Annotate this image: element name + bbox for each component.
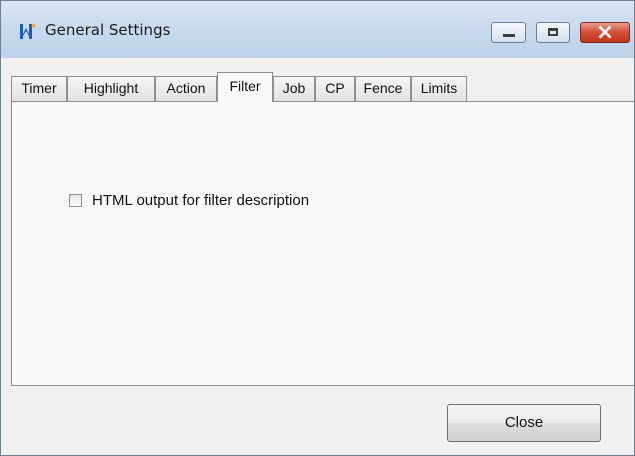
title-bar[interactable]: General Settings bbox=[1, 1, 634, 58]
html-output-label[interactable]: HTML output for filter description bbox=[92, 192, 309, 209]
dialog-client-area: Timer Highlight Action Filter Job CP Fen… bbox=[9, 58, 634, 455]
tab-action[interactable]: Action bbox=[155, 76, 217, 101]
maximize-button[interactable] bbox=[536, 22, 570, 43]
minimize-button[interactable] bbox=[491, 22, 526, 43]
tab-job[interactable]: Job bbox=[273, 76, 315, 101]
html-output-option[interactable]: HTML output for filter description bbox=[69, 192, 309, 209]
app-logo-icon bbox=[20, 23, 35, 39]
close-icon bbox=[598, 25, 612, 39]
tab-timer[interactable]: Timer bbox=[11, 76, 67, 101]
maximize-icon bbox=[548, 28, 558, 36]
tab-limits[interactable]: Limits bbox=[411, 76, 467, 101]
tab-highlight[interactable]: Highlight bbox=[67, 76, 155, 101]
minimize-icon bbox=[503, 34, 515, 37]
tab-cp[interactable]: CP bbox=[315, 76, 355, 101]
close-window-button[interactable] bbox=[580, 22, 630, 43]
tab-filter[interactable]: Filter bbox=[217, 72, 273, 102]
close-button[interactable]: Close bbox=[447, 404, 601, 442]
window-title: General Settings bbox=[45, 21, 171, 39]
tab-fence[interactable]: Fence bbox=[355, 76, 411, 101]
general-settings-window: General Settings Timer Highlight Action … bbox=[0, 0, 635, 456]
filter-tab-panel bbox=[11, 101, 634, 386]
html-output-checkbox[interactable] bbox=[69, 194, 82, 207]
